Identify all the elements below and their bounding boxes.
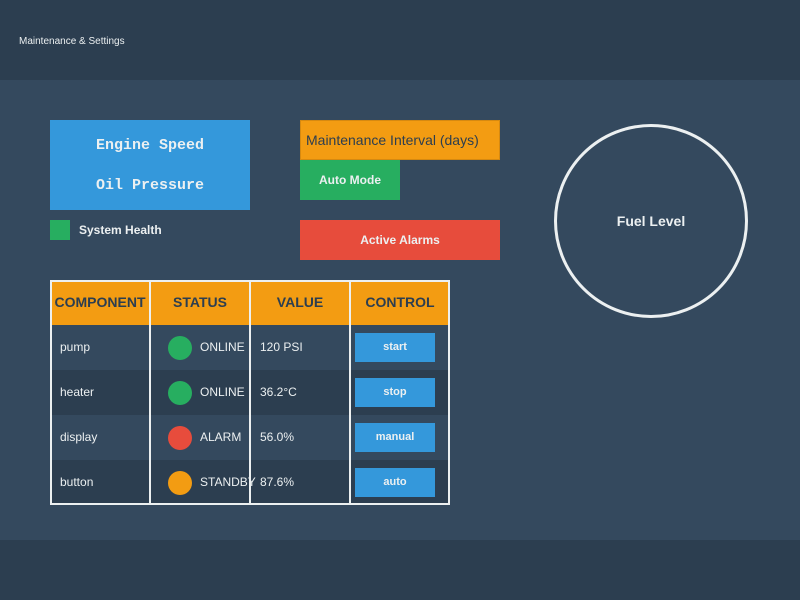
table-divider: [149, 280, 151, 505]
active-alarms-button[interactable]: Active Alarms: [300, 220, 500, 260]
value-text: 87.6%: [260, 475, 295, 489]
engine-readout-panel: Engine Speed Oil Pressure: [50, 120, 250, 210]
control-button[interactable]: auto: [355, 468, 435, 497]
status-dot-icon: [168, 471, 192, 495]
fuel-level-label: Fuel Level: [616, 213, 686, 229]
component-name: button: [60, 475, 94, 489]
maintenance-interval-button[interactable]: Maintenance Interval (days): [300, 120, 500, 160]
table-border: [50, 280, 52, 505]
status-dot-icon: [168, 426, 192, 450]
status-text: ONLINE: [200, 340, 245, 354]
auto-mode-button[interactable]: Auto Mode: [300, 160, 400, 200]
control-button[interactable]: stop: [355, 378, 435, 407]
system-health-indicator: [50, 220, 70, 240]
column-header-component: COMPONENT: [50, 280, 150, 325]
header-bar: Maintenance & Settings: [0, 0, 800, 80]
table-divider: [349, 280, 351, 505]
status-text: ONLINE: [200, 385, 245, 399]
table-border: [50, 280, 450, 282]
system-health-label: System Health: [79, 223, 162, 237]
footer-bar: [0, 540, 800, 600]
value-text: 36.2°C: [260, 385, 297, 399]
value-text: 56.0%: [260, 430, 295, 444]
column-header-control: CONTROL: [350, 280, 450, 325]
engine-speed-label: Engine Speed: [95, 137, 205, 154]
control-button[interactable]: start: [355, 333, 435, 362]
component-name: pump: [60, 340, 91, 354]
column-header-status: STATUS: [150, 280, 250, 325]
fuel-level-gauge: Fuel Level: [554, 124, 748, 318]
table-divider: [249, 280, 251, 505]
table-border: [50, 503, 450, 505]
component-name: display: [60, 430, 98, 444]
oil-pressure-label: Oil Pressure: [95, 177, 205, 194]
column-header-value: VALUE: [250, 280, 350, 325]
component-table: COMPONENT STATUS VALUE CONTROL pump ONLI…: [50, 280, 450, 505]
page-title: Maintenance & Settings: [19, 36, 125, 47]
status-text: ALARM: [200, 430, 242, 444]
status-dot-icon: [168, 336, 192, 360]
status-dot-icon: [168, 381, 192, 405]
control-button[interactable]: manual: [355, 423, 435, 452]
status-text: STANDBY: [200, 475, 256, 489]
table-border: [448, 280, 450, 505]
component-name: heater: [60, 385, 95, 399]
value-text: 120 PSI: [260, 340, 303, 354]
